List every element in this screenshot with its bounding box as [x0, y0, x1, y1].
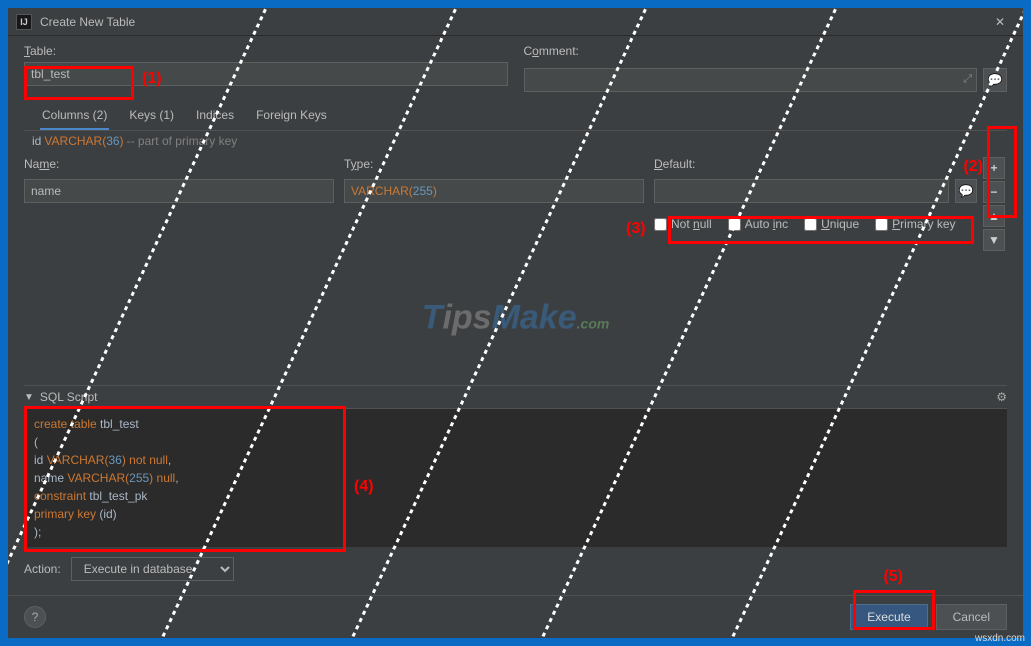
sql-script-editor[interactable]: create table tbl_test ( id VARCHAR(36) n… — [24, 409, 1007, 547]
column-type-input[interactable]: VARCHAR(255) — [344, 179, 644, 203]
check-primary-key[interactable]: Primary key — [875, 217, 955, 231]
check-auto-inc[interactable]: Auto inc — [728, 217, 788, 231]
close-icon[interactable]: ✕ — [985, 10, 1015, 34]
move-down-button[interactable]: ▼ — [983, 229, 1005, 251]
column-side-buttons: + − ▲ ▼ — [983, 157, 1007, 251]
action-select[interactable]: Execute in database — [71, 557, 234, 581]
column-default-input[interactable] — [654, 179, 949, 203]
remove-column-button[interactable]: − — [983, 181, 1005, 203]
name-label: Name: — [24, 157, 334, 171]
dialog-content: Table: Comment: ⤢ 💬 Columns (2) Keys (1)… — [8, 36, 1023, 595]
gear-icon[interactable]: ⚙ — [996, 390, 1007, 404]
window-title: Create New Table — [40, 15, 985, 29]
collapse-icon[interactable]: ▼ — [24, 392, 34, 403]
check-not-null[interactable]: Not null — [654, 217, 712, 231]
tab-keys[interactable]: Keys (1) — [127, 104, 176, 130]
help-button[interactable]: ? — [24, 606, 46, 628]
dialog-footer: ? Execute Cancel — [8, 595, 1023, 638]
comment-label: Comment: — [524, 44, 1008, 58]
col-comment: -- part of primary key — [127, 134, 238, 148]
move-up-button[interactable]: ▲ — [983, 205, 1005, 227]
default-label: Default: — [654, 157, 977, 171]
add-column-button[interactable]: + — [983, 157, 1005, 179]
cancel-button[interactable]: Cancel — [936, 604, 1007, 630]
table-label: Table: — [24, 44, 508, 58]
tab-foreign-keys[interactable]: Foreign Keys — [254, 104, 329, 130]
table-name-input[interactable] — [24, 62, 508, 86]
action-label: Action: — [24, 562, 61, 576]
default-extra-button[interactable]: 💬 — [955, 179, 977, 203]
watermark-logo: TipsMake.com — [422, 299, 610, 338]
app-icon: IJ — [16, 14, 32, 30]
tab-bar: Columns (2) Keys (1) Indices Foreign Key… — [24, 102, 1007, 131]
col-type: VARCHAR(36) — [44, 134, 123, 148]
sql-script-label: SQL Script — [40, 390, 98, 404]
comment-input[interactable]: ⤢ — [524, 68, 978, 92]
create-table-dialog: IJ Create New Table ✕ Table: Comment: ⤢ … — [8, 8, 1023, 638]
constraint-checks: Not null Auto inc Unique Primary key — [654, 217, 977, 231]
execute-button[interactable]: Execute — [850, 604, 927, 630]
tab-indices[interactable]: Indices — [194, 104, 236, 130]
tab-columns[interactable]: Columns (2) — [40, 104, 109, 130]
column-list-row[interactable]: id VARCHAR(36) -- part of primary key — [24, 131, 1007, 151]
check-unique[interactable]: Unique — [804, 217, 859, 231]
sql-script-header[interactable]: ▼ SQL Script ⚙ — [24, 385, 1007, 409]
titlebar: IJ Create New Table ✕ — [8, 8, 1023, 36]
comment-extra-button[interactable]: 💬 — [983, 68, 1007, 92]
type-label: Type: — [344, 157, 644, 171]
column-name-input[interactable] — [24, 179, 334, 203]
attribution: wsxdn.com — [975, 633, 1025, 644]
col-name: id — [32, 134, 41, 148]
expand-icon[interactable]: ⤢ — [963, 73, 972, 86]
